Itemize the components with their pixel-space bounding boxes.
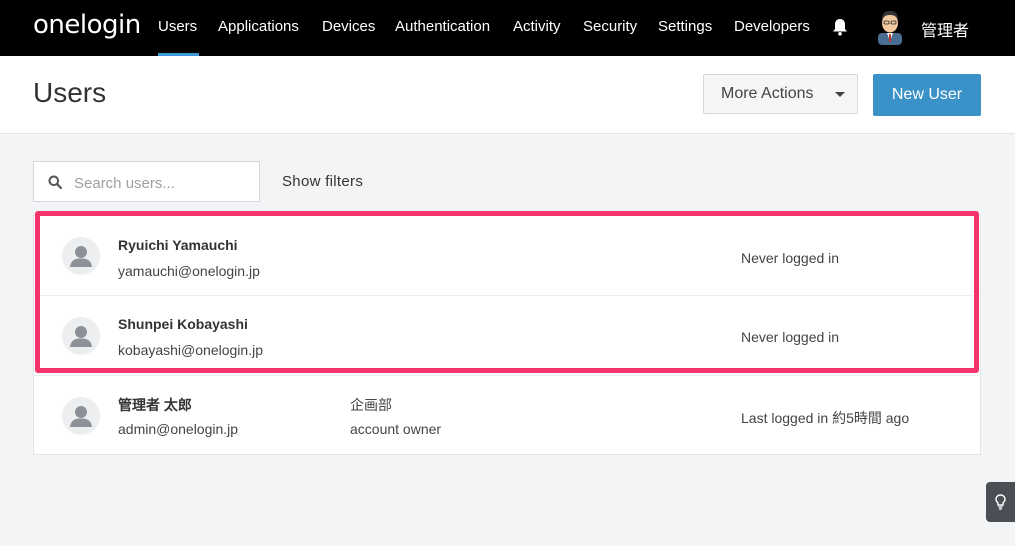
onelogin-logo[interactable]: onelogin: [33, 10, 141, 40]
user-row[interactable]: 管理者 太郎 admin@onelogin.jp 企画部 account own…: [34, 376, 980, 455]
nav-developers[interactable]: Developers: [734, 18, 810, 35]
user-email: admin@onelogin.jp: [118, 421, 239, 437]
user-role: account owner: [350, 421, 442, 437]
nav-applications[interactable]: Applications: [218, 18, 299, 35]
user-name: Ryuichi Yamauchi: [118, 237, 238, 253]
nav-settings[interactable]: Settings: [658, 18, 712, 35]
search-box[interactable]: [33, 161, 260, 202]
user-row[interactable]: Ryuichi Yamauchi yamauchi@onelogin.jp Ne…: [34, 216, 980, 296]
more-actions-label: More Actions: [721, 85, 814, 102]
user-row[interactable]: Shunpei Kobayashi kobayashi@onelogin.jp …: [34, 296, 980, 376]
user-login-status: Never logged in: [741, 250, 840, 266]
default-avatar-icon: [62, 317, 100, 355]
tips-button[interactable]: [986, 482, 1015, 522]
new-user-button[interactable]: New User: [873, 74, 981, 116]
default-avatar-icon: [62, 237, 100, 275]
user-email: kobayashi@onelogin.jp: [118, 342, 263, 358]
nav-users[interactable]: Users: [158, 18, 197, 35]
more-actions-button[interactable]: More Actions: [703, 74, 858, 114]
user-name: Shunpei Kobayashi: [118, 316, 248, 332]
top-navigation-bar: onelogin Users Applications Devices Auth…: [0, 0, 1015, 56]
user-email: yamauchi@onelogin.jp: [118, 263, 260, 279]
admin-avatar-icon[interactable]: [875, 9, 905, 45]
page-title: Users: [33, 77, 107, 108]
page-header: Users More Actions New User: [0, 56, 1015, 134]
nav-activity[interactable]: Activity: [513, 18, 561, 35]
user-login-status: Last logged in 約5時間 ago: [741, 410, 910, 426]
current-user-name[interactable]: 管理者: [921, 17, 969, 41]
user-login-status: Never logged in: [741, 329, 840, 345]
nav-devices[interactable]: Devices: [322, 18, 375, 35]
default-avatar-icon: [62, 397, 100, 435]
nav-authentication[interactable]: Authentication: [395, 18, 490, 35]
search-icon: [48, 175, 62, 189]
lightbulb-icon: [995, 494, 1006, 510]
nav-security[interactable]: Security: [583, 18, 637, 35]
caret-down-icon: [835, 92, 845, 97]
user-department: 企画部: [350, 397, 392, 413]
search-input[interactable]: [72, 170, 256, 196]
user-list: Ryuichi Yamauchi yamauchi@onelogin.jp Ne…: [33, 215, 981, 455]
user-name: 管理者 太郎: [118, 397, 192, 413]
show-filters-link[interactable]: Show filters: [282, 173, 363, 190]
bell-icon[interactable]: [831, 17, 849, 37]
